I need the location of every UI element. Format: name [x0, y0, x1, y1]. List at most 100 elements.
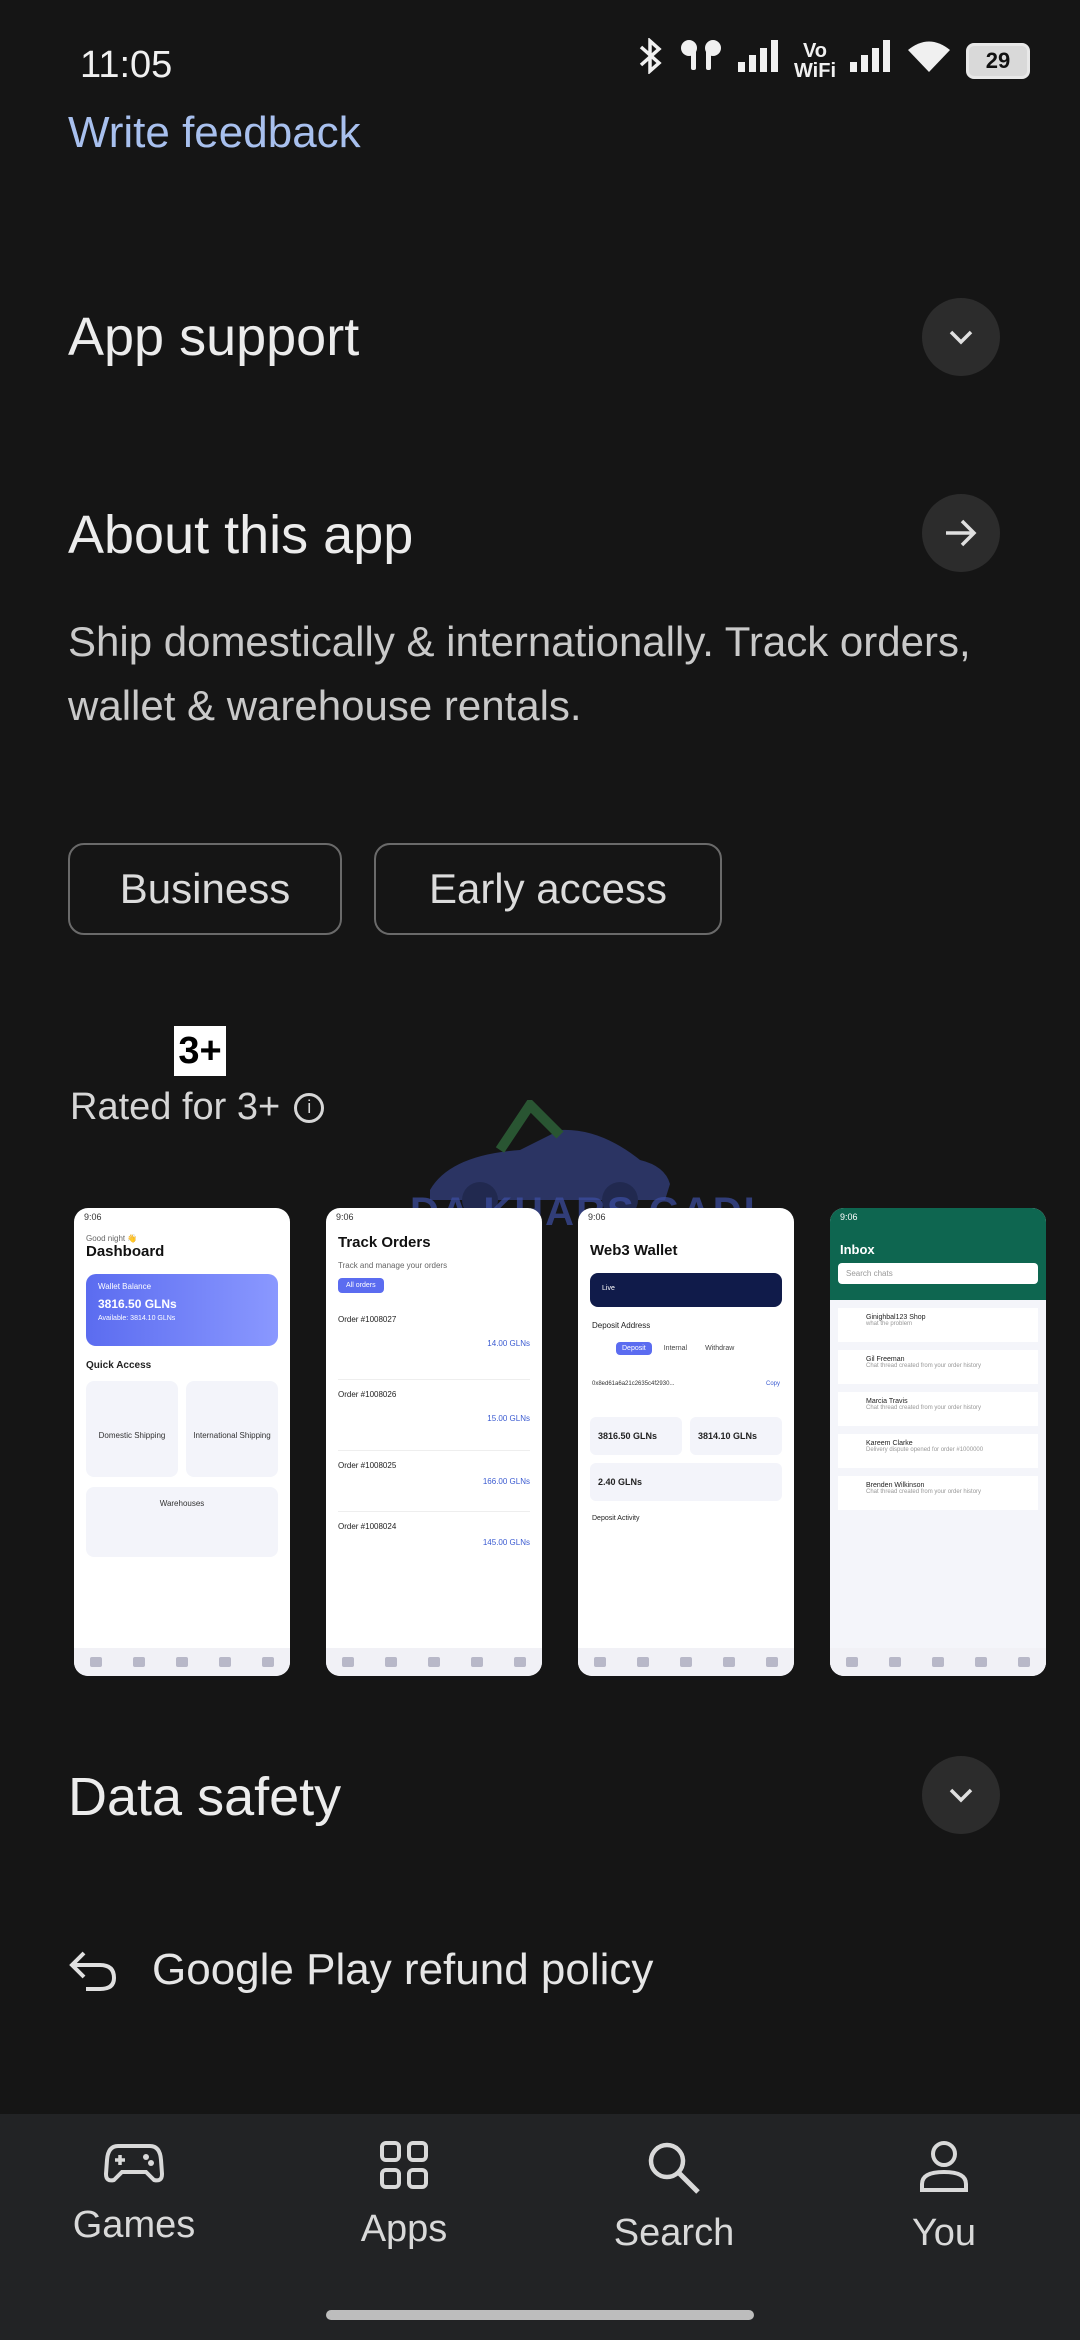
home-indicator[interactable] — [326, 2310, 754, 2320]
mini-status: 9:06 — [336, 1212, 354, 1222]
domestic-tile: Domestic Shipping — [86, 1381, 178, 1477]
mini-title: Inbox — [840, 1242, 875, 1257]
status-icons: Vo WiFi 29 — [638, 37, 1030, 83]
about-app-button[interactable] — [922, 494, 1000, 572]
rated-for-text: Rated for 3+ — [70, 1086, 281, 1128]
nav-games[interactable]: Games — [24, 2140, 244, 2247]
screenshot-inbox[interactable]: 9:06 Inbox Search chats Ginighbal123 Sho… — [830, 1208, 1046, 1676]
mini-search: Search chats — [838, 1263, 1038, 1284]
screenshot-dashboard[interactable]: 9:06 Good night 👋 Dashboard Wallet Balan… — [74, 1208, 290, 1676]
nav-search[interactable]: Search — [564, 2140, 784, 2255]
nav-label: Games — [72, 2204, 196, 2246]
chat-name: Kareem Clarke — [866, 1440, 913, 1447]
nav-apps[interactable]: Apps — [294, 2140, 514, 2251]
chat-name: Marcia Travis — [866, 1398, 908, 1405]
arrow-right-icon — [946, 519, 977, 547]
mini-navbar — [578, 1648, 794, 1676]
international-tile: International Shipping — [186, 1381, 278, 1477]
refund-policy-link[interactable]: Google Play refund policy — [68, 1945, 653, 1995]
order-id: Order #1008027 — [338, 1315, 397, 1324]
deposit-activity: Deposit Activity — [592, 1515, 640, 1522]
data-safety-title[interactable]: Data safety — [68, 1766, 341, 1828]
chat-name: Brenden Wilkinson — [866, 1482, 925, 1489]
tab-internal: Internal — [663, 1345, 688, 1352]
wifi-icon — [906, 39, 952, 82]
chat-message: what the problem — [866, 1321, 913, 1327]
mini-navbar — [74, 1648, 290, 1676]
order-amount: 145.00 GLNs — [482, 1538, 530, 1547]
mini-greeting: Good night 👋 — [86, 1234, 138, 1243]
bluetooth-icon — [638, 37, 664, 83]
deposit-label: Deposit Address — [592, 1321, 651, 1330]
gamepad-icon — [104, 2144, 164, 2183]
return-arrow-icon — [69, 1951, 117, 1991]
mini-title: Web3 Wallet — [590, 1242, 678, 1259]
quick-access-label: Quick Access — [86, 1360, 152, 1371]
search-icon — [648, 2142, 700, 2194]
screenshot-web3-wallet[interactable]: 9:06 Web3 Wallet Live Deposit Address De… — [578, 1208, 794, 1676]
info-icon[interactable]: i — [294, 1092, 325, 1123]
mini-title: Track Orders — [338, 1234, 431, 1251]
wallet-sub: Available: 3814.10 GLNs — [98, 1315, 176, 1322]
data-safety-expand-button[interactable] — [922, 1756, 1000, 1834]
order-amount: 14.00 GLNs — [487, 1339, 530, 1348]
refund-policy-text: Google Play refund policy — [152, 1945, 654, 1994]
live-bar: Live — [590, 1273, 782, 1307]
warehouses-tile: Warehouses — [86, 1487, 278, 1557]
wallet-card: Wallet Balance 3816.50 GLNs Available: 3… — [86, 1274, 278, 1346]
mini-status: 9:06 — [84, 1212, 102, 1222]
status-bar: 11:05 Vo WiFi 29 — [0, 0, 1080, 120]
about-app-title[interactable]: About this app — [68, 504, 413, 566]
app-support-expand-button[interactable] — [922, 298, 1000, 376]
nav-label: Search — [613, 2212, 735, 2254]
battery-icon: 29 — [966, 42, 1030, 79]
signal-icon-2 — [850, 40, 892, 81]
vowifi-icon: Vo WiFi — [794, 41, 836, 81]
order-id: Order #1008024 — [338, 1522, 397, 1531]
vowifi-top: Vo — [802, 39, 828, 62]
status-time: 11:05 — [80, 44, 173, 86]
person-icon — [920, 2141, 968, 2192]
chat-name: Ginighbal123 Shop — [866, 1314, 926, 1321]
chat-message: Chat thread created from your order hist… — [866, 1363, 982, 1369]
screenshot-track-orders[interactable]: 9:06 Track Orders Track and manage your … — [326, 1208, 542, 1676]
mini-status: 9:06 — [840, 1212, 858, 1222]
chevron-down-icon — [949, 330, 973, 345]
balance-available: 3814.10 GLNs — [690, 1417, 782, 1455]
chat-name: Gil Freeman — [866, 1356, 905, 1363]
chat-message: Chat thread created from your order hist… — [866, 1489, 982, 1495]
mini-title: Dashboard — [86, 1243, 165, 1260]
signal-icon — [737, 40, 780, 81]
category-chip-early-access[interactable]: Early access — [374, 843, 722, 935]
nav-label: You — [911, 2212, 977, 2254]
order-amount: 166.00 GLNs — [482, 1477, 530, 1486]
wallet-value: 3816.50 GLNs — [98, 1297, 177, 1311]
rated-for-row[interactable]: Rated for 3+ i — [70, 1086, 325, 1129]
earbuds-icon — [678, 38, 724, 83]
chevron-down-icon — [949, 1788, 973, 1803]
age-rating-badge: 3+ — [174, 1026, 226, 1076]
mini-status: 9:06 — [588, 1212, 606, 1222]
mini-subtitle: Track and manage your orders — [338, 1261, 448, 1270]
tab-withdraw: Withdraw — [705, 1345, 735, 1352]
nav-you[interactable]: You — [834, 2140, 1054, 2255]
write-feedback-link[interactable]: Write feedback — [68, 108, 361, 158]
balance-total: 3816.50 GLNs — [590, 1417, 682, 1455]
mini-navbar — [830, 1648, 1046, 1676]
order-id: Order #1008025 — [338, 1461, 397, 1470]
mini-filter: All orders — [338, 1278, 384, 1293]
order-amount: 15.00 GLNs — [487, 1414, 530, 1423]
order-id: Order #1008026 — [338, 1390, 397, 1399]
inbox-header: 9:06 Inbox Search chats — [830, 1208, 1046, 1300]
tab-deposit: Deposit — [616, 1342, 652, 1355]
chat-message: Chat thread created from your order hist… — [866, 1405, 982, 1411]
mini-navbar — [326, 1648, 542, 1676]
copy-label: Copy — [765, 1381, 780, 1387]
app-support-title[interactable]: App support — [68, 306, 359, 368]
nav-label: Apps — [360, 2208, 448, 2250]
deposit-address: 0x8ed61a6a21c2635c4f2930... — [592, 1381, 675, 1387]
category-chip-business[interactable]: Business — [68, 843, 342, 935]
wallet-label: Wallet Balance — [98, 1282, 152, 1291]
apps-grid-icon — [380, 2141, 428, 2189]
balance-locked: 2.40 GLNs — [590, 1463, 782, 1501]
